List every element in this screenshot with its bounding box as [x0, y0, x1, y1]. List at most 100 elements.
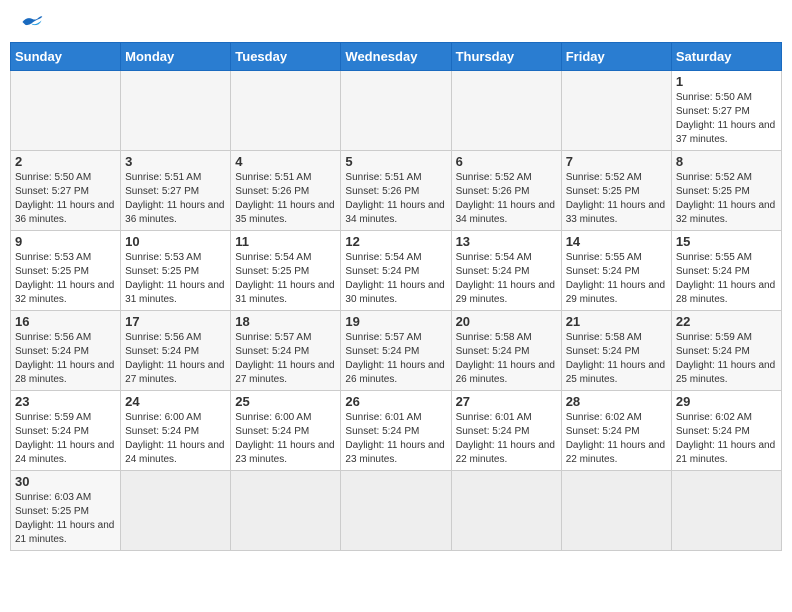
day-number: 10 — [125, 234, 226, 249]
calendar-table: SundayMondayTuesdayWednesdayThursdayFrid… — [10, 42, 782, 551]
calendar-cell: 3 Sunrise: 5:51 AMSunset: 5:27 PMDaylight… — [121, 151, 231, 231]
day-info: Sunrise: 6:00 AMSunset: 5:24 PMDaylight:… — [125, 411, 226, 467]
day-number: 8 — [676, 154, 777, 169]
day-number: 23 — [15, 394, 116, 409]
day-info: Sunrise: 5:58 AMSunset: 5:24 PMDaylight:… — [566, 331, 667, 387]
day-number: 7 — [566, 154, 667, 169]
day-info: Sunrise: 5:54 AMSunset: 5:24 PMDaylight:… — [345, 251, 446, 307]
calendar-cell — [121, 471, 231, 551]
weekday-header-thursday: Thursday — [451, 43, 561, 71]
calendar-cell — [11, 71, 121, 151]
day-info: Sunrise: 5:50 AMSunset: 5:27 PMDaylight:… — [676, 91, 777, 147]
day-info: Sunrise: 5:57 AMSunset: 5:24 PMDaylight:… — [235, 331, 336, 387]
calendar-cell: 8 Sunrise: 5:52 AMSunset: 5:25 PMDaylight… — [671, 151, 781, 231]
day-number: 3 — [125, 154, 226, 169]
calendar-cell — [561, 71, 671, 151]
day-info: Sunrise: 5:57 AMSunset: 5:24 PMDaylight:… — [345, 331, 446, 387]
calendar-week-row: 1Sunrise: 5:50 AMSunset: 5:27 PMDaylight… — [11, 71, 782, 151]
day-info: Sunrise: 5:51 AMSunset: 5:27 PMDaylight:… — [125, 171, 226, 227]
day-info: Sunrise: 5:50 AMSunset: 5:27 PMDaylight:… — [15, 171, 116, 227]
weekday-header-monday: Monday — [121, 43, 231, 71]
calendar-cell: 23 Sunrise: 5:59 AMSunset: 5:24 PMDayligh… — [11, 391, 121, 471]
day-number: 29 — [676, 394, 777, 409]
day-info: Sunrise: 6:03 AMSunset: 5:25 PMDaylight:… — [15, 491, 116, 547]
day-info: Sunrise: 5:59 AMSunset: 5:24 PMDaylight:… — [15, 411, 116, 467]
calendar-cell: 13 Sunrise: 5:54 AMSunset: 5:24 PMDayligh… — [451, 231, 561, 311]
calendar-cell: 18 Sunrise: 5:57 AMSunset: 5:24 PMDayligh… — [231, 311, 341, 391]
day-info: Sunrise: 5:52 AMSunset: 5:25 PMDaylight:… — [566, 171, 667, 227]
weekday-header-saturday: Saturday — [671, 43, 781, 71]
calendar-cell: 7 Sunrise: 5:52 AMSunset: 5:25 PMDaylight… — [561, 151, 671, 231]
calendar-cell: 22 Sunrise: 5:59 AMSunset: 5:24 PMDayligh… — [671, 311, 781, 391]
day-info: Sunrise: 5:55 AMSunset: 5:24 PMDaylight:… — [676, 251, 777, 307]
day-number: 14 — [566, 234, 667, 249]
calendar-cell: 16 Sunrise: 5:56 AMSunset: 5:24 PMDayligh… — [11, 311, 121, 391]
day-info: Sunrise: 5:59 AMSunset: 5:24 PMDaylight:… — [676, 331, 777, 387]
day-info: Sunrise: 5:52 AMSunset: 5:25 PMDaylight:… — [676, 171, 777, 227]
calendar-week-row: 23 Sunrise: 5:59 AMSunset: 5:24 PMDayligh… — [11, 391, 782, 471]
day-info: Sunrise: 6:01 AMSunset: 5:24 PMDaylight:… — [345, 411, 446, 467]
calendar-cell: 4 Sunrise: 5:51 AMSunset: 5:26 PMDaylight… — [231, 151, 341, 231]
calendar-cell: 19Sunrise: 5:57 AMSunset: 5:24 PMDayligh… — [341, 311, 451, 391]
calendar-cell: 27Sunrise: 6:01 AMSunset: 5:24 PMDayligh… — [451, 391, 561, 471]
calendar-cell: 21 Sunrise: 5:58 AMSunset: 5:24 PMDayligh… — [561, 311, 671, 391]
logo-bird-icon — [21, 14, 43, 30]
calendar-cell: 28Sunrise: 6:02 AMSunset: 5:24 PMDayligh… — [561, 391, 671, 471]
day-number: 22 — [676, 314, 777, 329]
day-number: 12 — [345, 234, 446, 249]
calendar-cell — [121, 71, 231, 151]
day-info: Sunrise: 6:02 AMSunset: 5:24 PMDaylight:… — [676, 411, 777, 467]
day-number: 28 — [566, 394, 667, 409]
calendar-cell: 1Sunrise: 5:50 AMSunset: 5:27 PMDaylight… — [671, 71, 781, 151]
day-number: 20 — [456, 314, 557, 329]
day-number: 25 — [235, 394, 336, 409]
day-number: 30 — [15, 474, 116, 489]
day-info: Sunrise: 5:56 AMSunset: 5:24 PMDaylight:… — [125, 331, 226, 387]
day-number: 16 — [15, 314, 116, 329]
calendar-cell: 14 Sunrise: 5:55 AMSunset: 5:24 PMDayligh… — [561, 231, 671, 311]
weekday-header-friday: Friday — [561, 43, 671, 71]
calendar-week-row: 2 Sunrise: 5:50 AMSunset: 5:27 PMDaylight… — [11, 151, 782, 231]
calendar-cell: 25 Sunrise: 6:00 AMSunset: 5:24 PMDayligh… — [231, 391, 341, 471]
day-number: 17 — [125, 314, 226, 329]
day-info: Sunrise: 5:53 AMSunset: 5:25 PMDaylight:… — [15, 251, 116, 307]
calendar-cell — [451, 471, 561, 551]
calendar-header-row: SundayMondayTuesdayWednesdayThursdayFrid… — [11, 43, 782, 71]
calendar-week-row: 30 Sunrise: 6:03 AMSunset: 5:25 PMDayligh… — [11, 471, 782, 551]
day-info: Sunrise: 5:53 AMSunset: 5:25 PMDaylight:… — [125, 251, 226, 307]
day-info: Sunrise: 5:51 AMSunset: 5:26 PMDaylight:… — [235, 171, 336, 227]
calendar-cell: 5 Sunrise: 5:51 AMSunset: 5:26 PMDaylight… — [341, 151, 451, 231]
calendar-cell: 20 Sunrise: 5:58 AMSunset: 5:24 PMDayligh… — [451, 311, 561, 391]
calendar-week-row: 16 Sunrise: 5:56 AMSunset: 5:24 PMDayligh… — [11, 311, 782, 391]
calendar-cell — [451, 71, 561, 151]
day-info: Sunrise: 5:56 AMSunset: 5:24 PMDaylight:… — [15, 331, 116, 387]
calendar-cell: 2 Sunrise: 5:50 AMSunset: 5:27 PMDaylight… — [11, 151, 121, 231]
day-info: Sunrise: 5:54 AMSunset: 5:24 PMDaylight:… — [456, 251, 557, 307]
calendar-cell — [561, 471, 671, 551]
day-number: 2 — [15, 154, 116, 169]
calendar-cell: 10 Sunrise: 5:53 AMSunset: 5:25 PMDayligh… — [121, 231, 231, 311]
calendar-cell — [341, 71, 451, 151]
calendar-cell: 24Sunrise: 6:00 AMSunset: 5:24 PMDayligh… — [121, 391, 231, 471]
day-number: 5 — [345, 154, 446, 169]
day-info: Sunrise: 5:51 AMSunset: 5:26 PMDaylight:… — [345, 171, 446, 227]
day-info: Sunrise: 5:55 AMSunset: 5:24 PMDaylight:… — [566, 251, 667, 307]
weekday-header-sunday: Sunday — [11, 43, 121, 71]
day-number: 13 — [456, 234, 557, 249]
calendar-cell: 12 Sunrise: 5:54 AMSunset: 5:24 PMDayligh… — [341, 231, 451, 311]
day-number: 9 — [15, 234, 116, 249]
day-number: 4 — [235, 154, 336, 169]
day-info: Sunrise: 6:00 AMSunset: 5:24 PMDaylight:… — [235, 411, 336, 467]
day-number: 27 — [456, 394, 557, 409]
calendar-cell — [231, 71, 341, 151]
day-number: 11 — [235, 234, 336, 249]
calendar-cell — [341, 471, 451, 551]
day-number: 18 — [235, 314, 336, 329]
calendar-cell: 15Sunrise: 5:55 AMSunset: 5:24 PMDayligh… — [671, 231, 781, 311]
calendar-cell: 26Sunrise: 6:01 AMSunset: 5:24 PMDayligh… — [341, 391, 451, 471]
day-number: 21 — [566, 314, 667, 329]
logo — [18, 14, 43, 30]
calendar-cell — [671, 471, 781, 551]
day-number: 6 — [456, 154, 557, 169]
day-info: Sunrise: 5:58 AMSunset: 5:24 PMDaylight:… — [456, 331, 557, 387]
